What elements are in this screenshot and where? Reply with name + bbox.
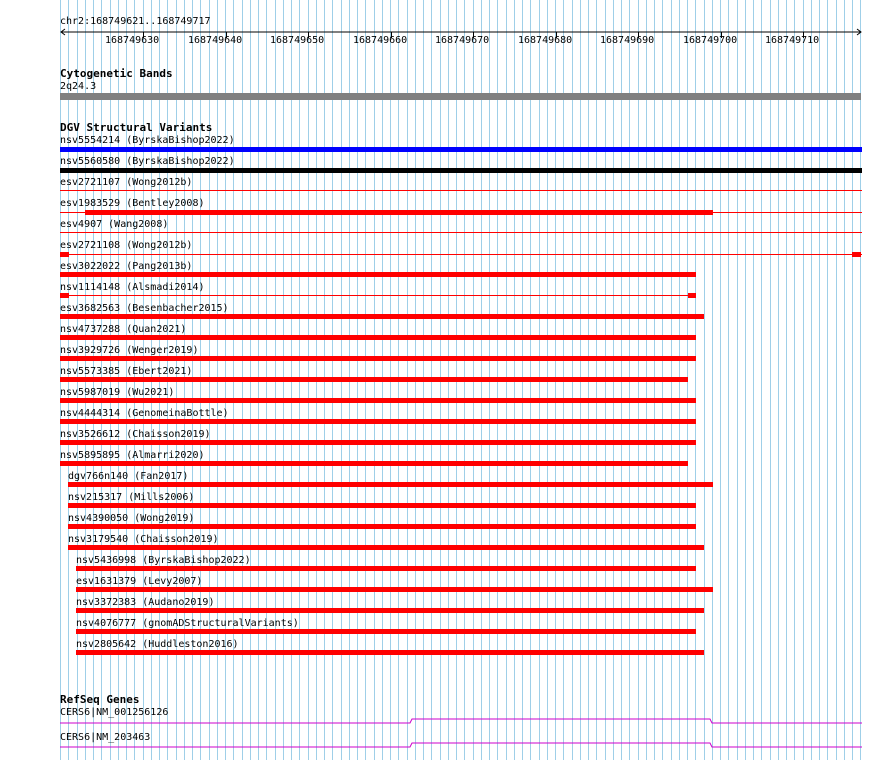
- variant-label[interactable]: esv3022022 (Pang2013b): [60, 261, 192, 272]
- variant-label[interactable]: nsv3179540 (Chaisson2019): [68, 534, 219, 545]
- variant-bar[interactable]: [76, 566, 696, 571]
- gene-model[interactable]: [60, 715, 862, 727]
- variant-bar[interactable]: [60, 293, 69, 298]
- variant-bar[interactable]: [76, 587, 713, 592]
- variant-label[interactable]: nsv1114148 (Alsmadi2014): [60, 282, 205, 293]
- cytoband-track-title: Cytogenetic Bands: [60, 67, 173, 80]
- refseq-track-title: RefSeq Genes: [60, 693, 140, 706]
- variant-bar[interactable]: [60, 419, 696, 424]
- ruler-tick-label: 168749690: [600, 35, 655, 46]
- cytoband-bar[interactable]: [60, 93, 861, 100]
- variant-span-line[interactable]: [60, 295, 696, 296]
- variant-bar[interactable]: [688, 293, 696, 298]
- variant-bar[interactable]: [68, 524, 696, 529]
- variant-bar[interactable]: [60, 461, 688, 466]
- variant-label[interactable]: nsv5895895 (Almarri2020): [60, 450, 205, 461]
- gene-model[interactable]: [60, 738, 862, 750]
- variant-label[interactable]: esv2721108 (Wong2012b): [60, 240, 192, 251]
- variant-bar[interactable]: [68, 503, 696, 508]
- variant-label[interactable]: nsv5987019 (Wu2021): [60, 387, 174, 398]
- variant-bar[interactable]: [60, 398, 696, 403]
- variant-label[interactable]: esv1631379 (Levy2007): [76, 576, 202, 587]
- ruler-tick-label: 168749670: [435, 35, 490, 46]
- ruler-tick-label: 168749660: [353, 35, 408, 46]
- variant-bar[interactable]: [76, 608, 704, 613]
- ruler-tick-label: 168749680: [518, 35, 573, 46]
- variant-bar[interactable]: [60, 335, 696, 340]
- variant-bar[interactable]: [60, 272, 696, 277]
- variant-label[interactable]: esv4907 (Wang2008): [60, 219, 168, 230]
- variant-label[interactable]: nsv5560580 (ByrskaBishop2022): [60, 156, 235, 167]
- variant-label[interactable]: nsv4444314 (GenomeinaBottle): [60, 408, 229, 419]
- ruler-tick-label: 168749650: [270, 35, 325, 46]
- variant-label[interactable]: esv1983529 (Bentley2008): [60, 198, 205, 209]
- ruler-tick-label: 168749640: [188, 35, 243, 46]
- variant-label[interactable]: nsv5436998 (ByrskaBishop2022): [76, 555, 251, 566]
- cytoband-label: 2q24.3: [60, 81, 97, 92]
- variant-bar[interactable]: [68, 482, 713, 487]
- variant-label[interactable]: nsv5573385 (Ebert2021): [60, 366, 192, 377]
- variant-label[interactable]: nsv2805642 (Huddleston2016): [76, 639, 239, 650]
- variant-bar[interactable]: [60, 356, 696, 361]
- variant-bar[interactable]: [85, 210, 713, 215]
- variant-bar[interactable]: [60, 440, 696, 445]
- variant-label[interactable]: nsv5554214 (ByrskaBishop2022): [60, 135, 235, 146]
- variant-span-line[interactable]: [60, 232, 862, 233]
- ruler-tick-label: 168749710: [765, 35, 820, 46]
- variant-bar[interactable]: [76, 629, 696, 634]
- variant-label[interactable]: nsv215317 (Mills2006): [68, 492, 194, 503]
- variant-bar[interactable]: [60, 314, 704, 319]
- dgv-track-title: DGV Structural Variants: [60, 121, 213, 134]
- variant-label[interactable]: nsv3526612 (Chaisson2019): [60, 429, 211, 440]
- variant-label[interactable]: nsv4737288 (Quan2021): [60, 324, 186, 335]
- variant-bar[interactable]: [60, 377, 688, 382]
- variant-bar[interactable]: [76, 650, 704, 655]
- variant-span-line[interactable]: [60, 254, 862, 255]
- variant-label[interactable]: nsv3929726 (Wenger2019): [60, 345, 198, 356]
- ruler-tick-label: 168749700: [683, 35, 738, 46]
- variant-bar[interactable]: [68, 545, 704, 550]
- variant-label[interactable]: nsv4076777 (gnomADStructuralVariants): [76, 618, 299, 629]
- variant-label[interactable]: esv3682563 (Besenbacher2015): [60, 303, 229, 314]
- variant-bar[interactable]: [60, 147, 862, 152]
- variant-span-line[interactable]: [60, 190, 862, 191]
- variant-label[interactable]: esv2721107 (Wong2012b): [60, 177, 192, 188]
- variant-bar[interactable]: [60, 252, 69, 257]
- ruler-tick-label: 168749630: [105, 35, 160, 46]
- variant-bar[interactable]: [852, 252, 861, 257]
- variant-label[interactable]: dgv766n140 (Fan2017): [68, 471, 188, 482]
- variant-label[interactable]: nsv3372383 (Audano2019): [76, 597, 214, 608]
- variant-label[interactable]: nsv4390050 (Wong2019): [68, 513, 194, 524]
- variant-bar[interactable]: [60, 168, 862, 173]
